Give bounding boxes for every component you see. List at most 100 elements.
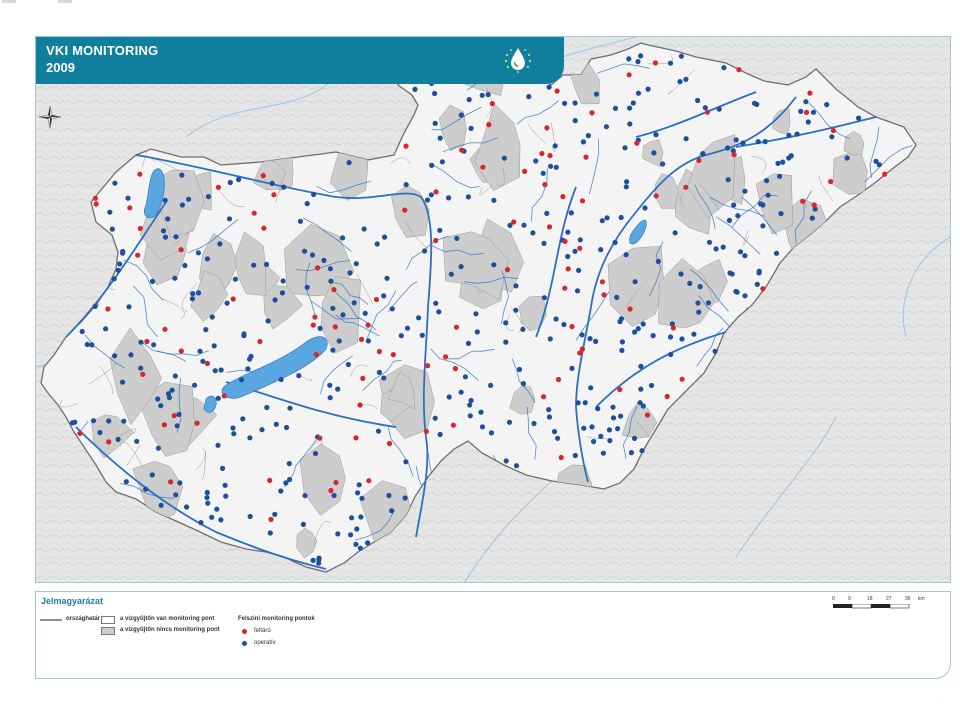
operative-point (585, 133, 592, 139)
operative-point (541, 295, 547, 301)
operative-point (593, 338, 599, 344)
operative-point (604, 215, 610, 221)
water-drop-logo-icon (500, 41, 536, 77)
operative-point (381, 293, 387, 299)
exploratory-point (554, 88, 560, 94)
operative-point (546, 84, 552, 90)
operative-point (439, 159, 445, 165)
basin-no-point-swatch (101, 627, 115, 635)
operative-point (200, 358, 206, 364)
operative-point (612, 105, 619, 111)
exploratory-point (366, 478, 372, 484)
operative-point (467, 402, 473, 408)
operative-point (844, 155, 850, 161)
operative-point (677, 79, 683, 85)
operative-point (176, 411, 182, 417)
exploratory-point (599, 279, 606, 285)
exploratory-point (106, 439, 112, 445)
exploratory-point (161, 422, 167, 428)
exploratory-point (644, 412, 651, 418)
operative-point (340, 312, 346, 318)
operative-point (310, 557, 316, 564)
operative-point (627, 105, 633, 111)
exploratory-point (736, 67, 742, 73)
operative-point (705, 300, 712, 306)
operative-point (786, 132, 792, 138)
map-canvas[interactable] (36, 37, 950, 582)
scale-tick-0: 0 (832, 596, 835, 602)
operative-point (230, 425, 236, 431)
operative-point (465, 340, 472, 346)
exploratory-point (194, 420, 200, 426)
exploratory-point (313, 351, 319, 358)
exploratory-point (562, 285, 568, 291)
operative-point (485, 92, 491, 98)
exploratory-point (365, 322, 371, 328)
map-title: VKI MONITORING (46, 43, 159, 58)
operative-point (287, 476, 293, 483)
operative-point (735, 213, 741, 219)
operative-point (278, 488, 284, 494)
exploratory-point (522, 168, 528, 174)
operative-point (479, 424, 486, 430)
operative-point (84, 341, 90, 348)
exploratory-point (664, 393, 670, 400)
operative-point (433, 300, 439, 306)
map-frame[interactable]: VKI MONITORING 2009 (35, 36, 951, 583)
operative-point (112, 180, 118, 186)
operative-point (220, 465, 226, 471)
operative-point (465, 194, 471, 200)
operative-point (824, 102, 830, 108)
exploratory-point (800, 198, 806, 204)
legend-panel: Jelmagyarázat országhatár a vízgyűjtőn v… (35, 591, 951, 679)
exploratory-point (423, 428, 429, 434)
operative-point (198, 520, 204, 526)
operative-point (697, 284, 703, 290)
operative-point (454, 235, 460, 241)
operative-point (265, 318, 271, 324)
operative-point (503, 320, 509, 326)
operative-point (354, 526, 360, 532)
operative-point (90, 418, 97, 424)
operative-point (540, 170, 546, 176)
operative-point (103, 326, 109, 332)
operative-point (158, 403, 164, 409)
operative-point (458, 112, 464, 118)
operative-point (775, 160, 781, 166)
operative-point (547, 336, 553, 342)
operative-point (568, 210, 574, 216)
operative-point (204, 489, 210, 496)
operative-point (650, 333, 656, 339)
operative-point (212, 368, 218, 374)
operative-point (278, 376, 284, 383)
exploratory-point (489, 101, 495, 107)
operative-point (577, 237, 583, 243)
operative-point-swatch (242, 641, 247, 646)
operative-point (209, 314, 215, 320)
operative-point (678, 53, 685, 59)
operative-point (311, 191, 317, 197)
operative-point (551, 429, 558, 435)
operative-point (111, 276, 117, 282)
operative-point (112, 353, 118, 359)
exploratory-point (683, 184, 689, 190)
operative-point (241, 331, 247, 337)
operative-point (192, 382, 198, 388)
operative-point (700, 151, 706, 157)
exploratory-point (373, 296, 380, 303)
operative-point (546, 414, 553, 420)
exploratory-point (589, 110, 595, 116)
operative-point (640, 321, 646, 327)
operative-point (404, 325, 411, 331)
operative-point (190, 291, 196, 297)
operative-point (172, 373, 178, 379)
exploratory-point (162, 326, 168, 332)
operative-point (642, 205, 648, 211)
exploratory-point (560, 194, 566, 200)
operative-point (733, 288, 739, 295)
operative-point (345, 361, 351, 368)
operative-point (173, 234, 179, 240)
operative-point (374, 241, 380, 247)
exploratory-point (453, 324, 460, 330)
operative-point (381, 375, 387, 381)
